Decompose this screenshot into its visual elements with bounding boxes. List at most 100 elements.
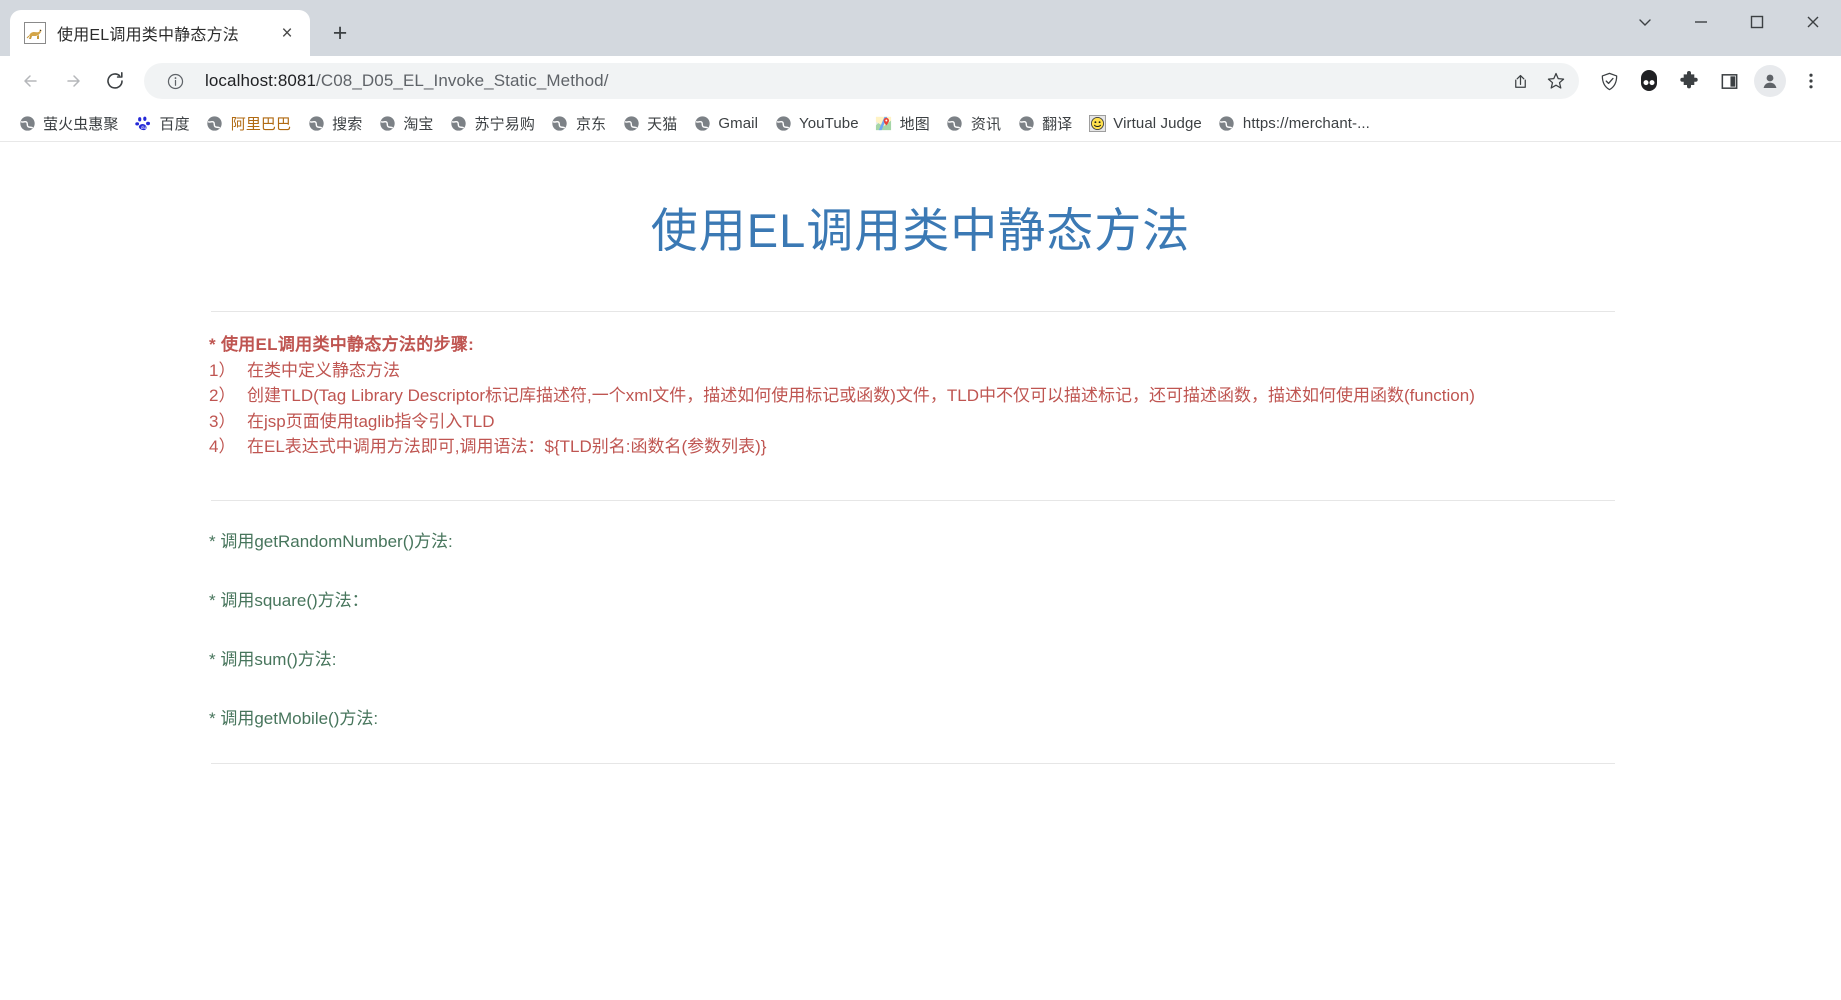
globe-icon: [18, 115, 36, 133]
globe-icon: [450, 115, 468, 133]
bookmark-item[interactable]: 翻译: [1009, 109, 1080, 138]
google-maps-icon: [875, 115, 893, 133]
extensions-puzzle-icon[interactable]: [1671, 63, 1707, 99]
tab-strip: 使用EL调用类中静态方法 × +: [0, 0, 1841, 56]
globe-icon: [551, 115, 569, 133]
browser-window: 使用EL调用类中静态方法 × + localhost:8081/C08_D05_…: [0, 0, 1841, 1000]
shield-check-icon[interactable]: [1591, 63, 1627, 99]
bookmark-item[interactable]: 萤火虫惠聚: [10, 109, 127, 138]
maximize-icon[interactable]: [1729, 0, 1785, 44]
bookmark-label: 翻译: [1042, 116, 1073, 133]
step-number: 4）: [209, 437, 236, 456]
step-row: 2） 创建TLD(Tag Library Descriptor标记库描述符,一个x…: [209, 383, 1841, 409]
side-panel-icon[interactable]: [1711, 63, 1747, 99]
svg-text:du: du: [141, 125, 147, 131]
bookmark-item[interactable]: 苏宁易购: [442, 109, 543, 138]
window-controls: [1617, 0, 1841, 56]
bookmark-item[interactable]: 天猫: [614, 109, 685, 138]
bookmark-label: Virtual Judge: [1113, 115, 1202, 132]
bookmark-label: 淘宝: [403, 116, 434, 133]
step-text: 创建TLD(Tag Library Descriptor标记库描述符,一个xml…: [247, 386, 1475, 405]
steps-heading: * 使用EL调用类中静态方法的步骤:: [209, 335, 475, 354]
method-call-row: * 调用square()方法：: [209, 590, 369, 610]
pocket-icon[interactable]: [1631, 63, 1667, 99]
browser-tab[interactable]: 使用EL调用类中静态方法 ×: [10, 10, 310, 56]
browser-toolbar: localhost:8081/C08_D05_EL_Invoke_Static_…: [0, 56, 1841, 106]
tomcat-cat-icon: [24, 22, 46, 44]
step-number: 3）: [209, 411, 236, 431]
bookmark-item[interactable]: 地图: [867, 109, 938, 138]
tab-search-icon[interactable]: [1617, 0, 1673, 44]
tab-close-icon[interactable]: ×: [274, 20, 300, 46]
url-path: /C08_D05_EL_Invoke_Static_Method/: [316, 71, 609, 90]
url-text[interactable]: localhost:8081/C08_D05_EL_Invoke_Static_…: [205, 71, 1503, 91]
info-circle-icon[interactable]: [158, 64, 192, 98]
share-icon[interactable]: [1503, 64, 1537, 98]
page-title: 使用EL调用类中静态方法: [650, 204, 1191, 257]
bookmark-label: 天猫: [647, 116, 678, 133]
divider-bottom: [211, 762, 1615, 764]
steps-section: * 使用EL调用类中静态方法的步骤: 1） 在类中定义静态方法 2） 创建TLD(T…: [0, 312, 1841, 460]
reload-icon[interactable]: [96, 62, 134, 100]
bookmark-item[interactable]: 阿里巴巴: [198, 109, 299, 138]
bookmark-item[interactable]: 资讯: [938, 109, 1009, 138]
smiley-icon: [1088, 115, 1106, 133]
three-dot-menu-icon[interactable]: [1793, 63, 1829, 99]
step-text: 在类中定义静态方法: [247, 360, 400, 380]
address-bar[interactable]: localhost:8081/C08_D05_EL_Invoke_Static_…: [144, 63, 1579, 99]
method-call-row: * 调用sum()方法:: [209, 649, 337, 669]
profile-avatar-icon[interactable]: [1754, 65, 1786, 97]
bookmark-item[interactable]: du 百度: [127, 109, 198, 138]
bookmark-label: Gmail: [718, 115, 759, 132]
bookmark-label: 萤火虫惠聚: [43, 116, 119, 133]
step-number: 2）: [209, 386, 236, 405]
star-icon[interactable]: [1539, 64, 1573, 98]
globe-icon: [946, 115, 964, 133]
globe-icon: [774, 115, 792, 133]
globe-icon: [1017, 115, 1035, 133]
page-content: 使用EL调用类中静态方法 * 使用EL调用类中静态方法的步骤: 1） 在类中定义静…: [0, 192, 1841, 1000]
bookmark-label: YouTube: [799, 115, 859, 132]
bookmark-item[interactable]: Virtual Judge: [1080, 111, 1210, 137]
omnibox-actions: [1503, 64, 1573, 98]
bookmark-label: 地图: [899, 116, 930, 133]
step-text: 在EL表达式中调用方法即可,调用语法：${TLD别名:函数名(参数列表)}: [247, 437, 767, 456]
bookmarks-bar: 萤火虫惠聚 du 百度 阿里巴巴 搜索 淘宝 苏宁易购 京东 天猫 Gmail …: [0, 106, 1841, 142]
step-number: 1）: [209, 360, 236, 380]
baidu-icon: du: [135, 115, 153, 133]
globe-icon: [206, 115, 224, 133]
url-host: localhost:8081: [205, 71, 317, 90]
bookmark-item[interactable]: Gmail: [685, 111, 766, 137]
method-calls-section: * 调用getRandomNumber()方法: * 调用square()方法：…: [0, 501, 1841, 729]
back-arrow-icon[interactable]: [12, 62, 50, 100]
bookmark-label: 资讯: [970, 116, 1002, 133]
page-viewport: 使用EL调用类中静态方法 * 使用EL调用类中静态方法的步骤: 1） 在类中定义静…: [0, 142, 1841, 1000]
globe-icon: [1218, 115, 1236, 133]
method-call-row: * 调用getMobile()方法:: [209, 708, 379, 728]
bookmark-label: 百度: [159, 116, 190, 133]
step-row: 3） 在jsp页面使用taglib指令引入TLD: [209, 409, 1841, 435]
bookmark-label: 阿里巴巴: [230, 116, 292, 133]
bookmark-item[interactable]: 京东: [543, 109, 614, 138]
bookmark-item[interactable]: 淘宝: [370, 109, 441, 138]
close-icon[interactable]: [1785, 0, 1841, 44]
bookmark-item[interactable]: https://merchant-...: [1210, 111, 1378, 137]
bookmark-label: 京东: [575, 116, 607, 133]
bookmark-label: https://merchant-...: [1242, 115, 1370, 132]
globe-icon: [307, 115, 325, 133]
globe-icon: [693, 115, 711, 133]
globe-icon: [378, 115, 396, 133]
tab-title: 使用EL调用类中静态方法: [57, 27, 239, 44]
method-call-row: * 调用getRandomNumber()方法:: [209, 531, 453, 551]
forward-arrow-icon[interactable]: [54, 62, 92, 100]
minimize-icon[interactable]: [1673, 0, 1729, 44]
bookmark-label: 苏宁易购: [474, 116, 535, 133]
bookmark-item[interactable]: 搜索: [299, 109, 370, 138]
globe-icon: [622, 115, 640, 133]
bookmark-label: 搜索: [332, 116, 363, 133]
step-text: 在jsp页面使用taglib指令引入TLD: [247, 411, 495, 431]
bookmark-item[interactable]: YouTube: [766, 111, 867, 137]
new-tab-button[interactable]: +: [320, 13, 360, 53]
step-row: 1） 在类中定义静态方法: [209, 358, 1841, 384]
step-row: 4） 在EL表达式中调用方法即可,调用语法：${TLD别名:函数名(参数列表)}: [209, 434, 1841, 460]
